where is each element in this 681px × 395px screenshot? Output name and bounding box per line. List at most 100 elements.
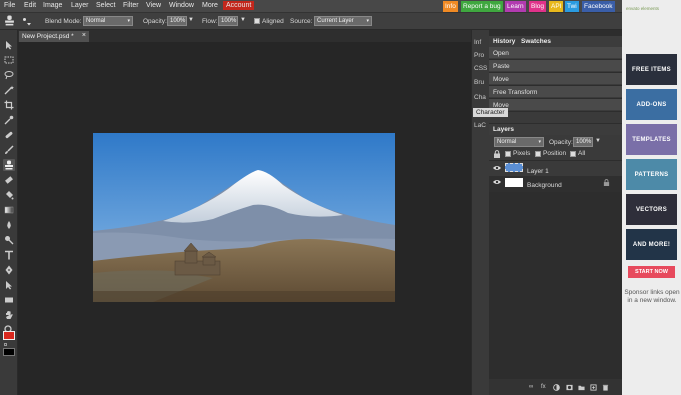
path-select-icon[interactable] [3,279,15,291]
eye-icon[interactable] [493,165,501,171]
flow-label: Flow: [202,18,218,25]
canvas-image-mountain[interactable] [93,133,395,302]
blend-mode-value: Normal [86,18,106,24]
menu-more[interactable]: More [202,2,218,9]
magic-wand-icon[interactable] [3,84,15,96]
learn-button[interactable]: Learn [505,1,526,12]
lasso-tool-icon[interactable] [3,69,15,81]
menu-layer[interactable]: Layer [71,2,89,9]
menu-select[interactable]: Select [96,2,115,9]
history-item[interactable]: Move [489,73,622,85]
lock-all-checkbox[interactable] [570,151,576,157]
blog-button[interactable]: Blog [529,1,547,12]
clone-stamp-tool-icon[interactable] [3,159,15,171]
character-panel-tab[interactable]: Cha [474,94,486,101]
chevron-down-icon: ▾ [366,18,369,24]
sponsor-sidebar: envato elements FREE ITEMS ADD-ONS TEMPL… [622,0,681,395]
aligned-checkbox[interactable] [254,18,260,24]
lock-pixels-checkbox[interactable] [505,151,511,157]
marquee-tool-icon[interactable] [3,54,15,66]
brush-panel-tab[interactable]: Bru [474,79,484,86]
info-panel-tab[interactable]: Inf [474,39,481,46]
paint-bucket-icon[interactable] [3,189,15,201]
report-bug-button[interactable]: Report a bug [461,1,503,12]
start-now-button[interactable]: START NOW [628,266,675,278]
menu-view[interactable]: View [146,2,161,9]
ad-tile-add-ons[interactable]: ADD-ONS [626,89,677,120]
menu-image[interactable]: Image [43,2,62,9]
dodge-icon[interactable] [3,234,15,246]
layer-opacity-label: Opacity: [549,139,573,146]
source-value: Current Layer [317,18,354,24]
crop-icon[interactable] [3,99,15,111]
css-panel-tab[interactable]: CSS [474,65,487,72]
type-icon[interactable] [3,249,15,261]
mask-icon[interactable] [566,384,573,391]
folder-icon[interactable] [578,384,585,391]
history-item[interactable]: Move [489,99,622,111]
ad-tile-and-more[interactable]: AND MORE! [626,229,677,260]
layer-row-layer-1[interactable]: Layer 1 [489,161,622,176]
blend-mode-select[interactable]: Normal ▾ [83,16,133,26]
layer-opacity-input[interactable]: 100% [573,137,593,147]
options-bar: Blend Mode: Normal ▾ Opacity: 100% ▼ Flo… [0,13,622,30]
right-panels: History Swatches Open Paste Move Free Tr… [489,30,622,395]
background-color-swatch[interactable] [3,348,15,356]
brush-icon[interactable] [3,144,15,156]
chevron-down-icon: ▾ [127,18,130,24]
layer-opacity-dropdown-icon[interactable]: ▼ [595,138,601,144]
hand-icon[interactable] [3,309,15,321]
history-tab[interactable]: History [493,38,515,45]
history-item[interactable]: Paste [489,60,622,72]
pen-icon[interactable] [3,264,15,276]
adjustment-layer-icon[interactable] [553,384,560,391]
document-tab-title: New Project.psd * [22,33,74,40]
swatches-tab[interactable]: Swatches [521,38,551,45]
shape-icon[interactable] [3,294,15,306]
ad-tile-vectors[interactable]: VECTORS [626,194,677,225]
info-button[interactable]: Info [443,1,458,12]
healing-brush-icon[interactable] [3,129,15,141]
trash-icon[interactable] [602,384,609,391]
ad-tile-patterns[interactable]: PATTERNS [626,159,677,190]
menu-edit[interactable]: Edit [24,2,36,9]
menu-account[interactable]: Account [223,1,255,10]
envato-logo[interactable]: envato elements [626,6,659,11]
eraser-icon[interactable] [3,174,15,186]
gradient-icon[interactable] [3,204,15,216]
layer-thumbnail [505,163,523,172]
new-layer-icon[interactable] [590,384,597,391]
menu-window[interactable]: Window [169,2,194,9]
move-tool-icon[interactable] [3,39,15,51]
menu-filter[interactable]: Filter [123,2,139,9]
layer-style-icon[interactable]: fx [541,384,546,390]
twitter-button[interactable]: Twi [565,1,579,12]
layer-row-background[interactable]: Background [489,176,622,192]
blur-icon[interactable] [3,219,15,231]
brush-size-picker[interactable] [22,17,32,26]
ad-tile-templates[interactable]: TEMPLATES [626,124,677,155]
close-icon[interactable]: × [82,32,86,39]
facebook-button[interactable]: Facebook [582,1,615,12]
properties-panel-tab[interactable]: Pro [474,52,484,59]
api-button[interactable]: API [549,1,564,12]
opacity-input[interactable]: 100% [167,16,187,26]
source-select[interactable]: Current Layer ▾ [314,16,372,26]
flow-input[interactable]: 100% [218,16,238,26]
eyedropper-icon[interactable] [3,114,15,126]
menu-file[interactable]: File [4,2,15,9]
flow-dropdown-icon[interactable]: ▼ [240,17,246,23]
layer-blend-select[interactable]: Normal ▾ [494,137,544,147]
eye-icon[interactable] [493,179,501,185]
opacity-dropdown-icon[interactable]: ▼ [188,17,194,23]
lock-position-checkbox[interactable] [535,151,541,157]
document-tab[interactable]: New Project.psd * × [19,31,89,42]
swap-colors-icon[interactable] [4,343,7,346]
history-item[interactable]: Open [489,47,622,59]
ad-tile-free-items[interactable]: FREE ITEMS [626,54,677,85]
foreground-color-swatch[interactable] [3,331,15,340]
layer-comps-panel-tab[interactable]: LaC [474,122,486,129]
opacity-label: Opacity: [143,18,167,25]
link-layers-icon[interactable]: ∞ [529,384,533,390]
history-item[interactable]: Free Transform [489,86,622,98]
